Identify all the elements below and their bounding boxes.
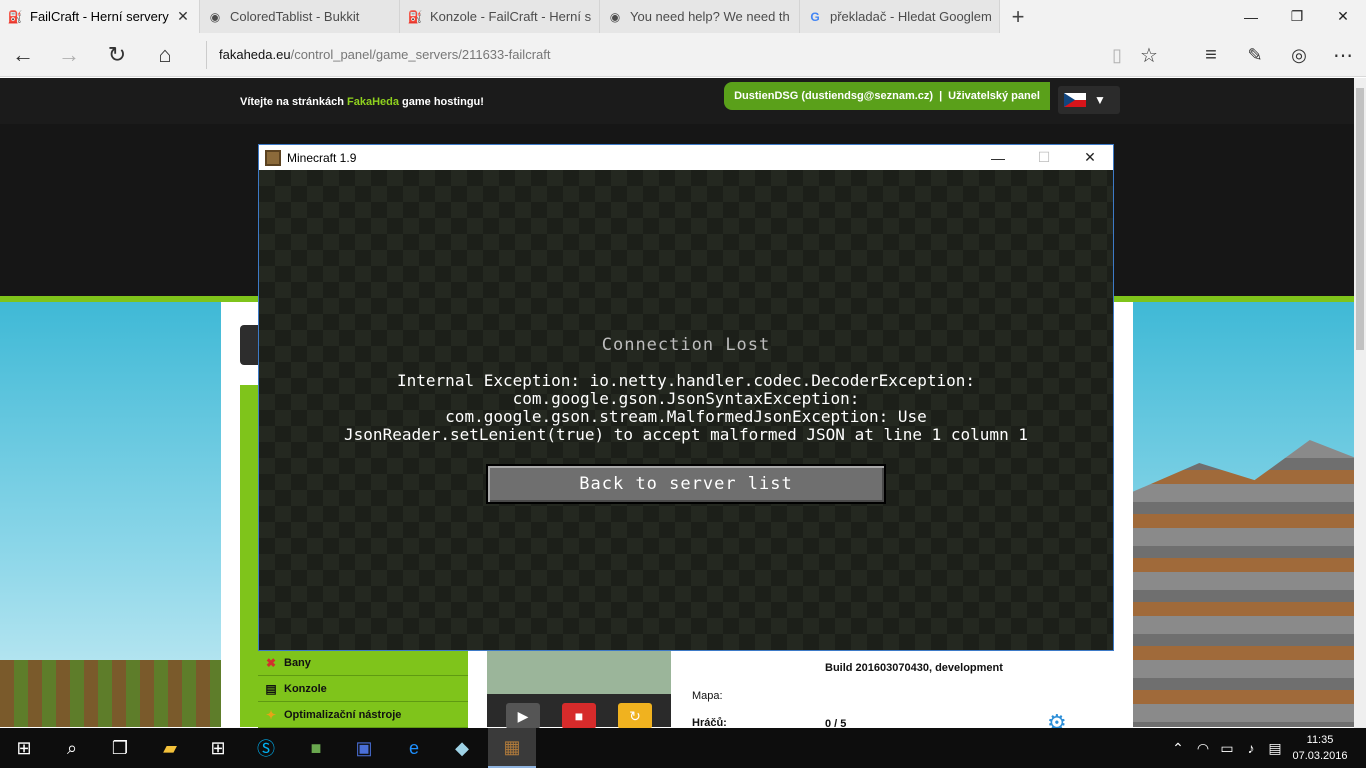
home-icon[interactable]: ⌂	[142, 33, 188, 77]
minecraft-icon	[265, 149, 281, 166]
search-icon[interactable]: ⌕	[48, 728, 96, 768]
welcome-prefix: Vítejte na stránkách	[240, 96, 347, 108]
network-icon[interactable]: ◠	[1192, 728, 1214, 768]
save-disk-icon[interactable]: ▣	[340, 728, 388, 768]
tab-google[interactable]: G překladač - Hledat Googlem	[800, 0, 1000, 33]
tab-title: Konzole - FailCraft - Herní s	[430, 9, 591, 24]
welcome-brand[interactable]: FakaHeda	[347, 96, 399, 108]
url-field[interactable]: fakaheda.eu/control_panel/game_servers/2…	[206, 41, 1086, 69]
welcome-text: Vítejte na stránkách FakaHeda game hosti…	[240, 96, 484, 108]
hub-icon[interactable]: ≡	[1188, 33, 1234, 77]
play-icon[interactable]: ▶	[506, 703, 540, 729]
user-link[interactable]: DustienDSG (dustiendsg@seznam.cz)	[734, 90, 933, 102]
tab-title: FailCraft - Herní servery	[30, 9, 169, 24]
close-icon[interactable]: ✕	[1067, 145, 1113, 170]
sidebar-item-konzole[interactable]: ▤ Konzole	[258, 676, 468, 702]
tab-title: překladač - Hledat Googlem	[830, 9, 991, 24]
minimize-icon[interactable]: —	[975, 145, 1021, 170]
favorite-star-icon[interactable]: ☆	[1126, 33, 1172, 77]
background-terrain-right	[1133, 440, 1354, 727]
windows-start-icon[interactable]: ⊞	[0, 728, 48, 768]
minecraft-launcher-icon[interactable]: ■	[292, 728, 340, 768]
tab-strip: ⛽ FailCraft - Herní servery ✕ ◉ ColoredT…	[0, 0, 1366, 33]
user-bar-separator: |	[939, 90, 943, 102]
fakaheda-icon: ⛽	[7, 9, 23, 24]
server-thumbnail	[487, 650, 671, 694]
restore-icon[interactable]: ❐	[1274, 0, 1320, 33]
error-line: com.google.gson.stream.MalformedJsonExce…	[445, 407, 927, 426]
tab-title: ColoredTablist - Bukkit	[230, 9, 360, 24]
chevron-down-icon: ▼	[1094, 93, 1106, 107]
share-icon[interactable]: ◎	[1276, 33, 1322, 77]
action-center-icon[interactable]: ▤	[1264, 728, 1286, 768]
stop-icon[interactable]: ■	[562, 703, 596, 729]
tab-konzole[interactable]: ⛽ Konzole - FailCraft - Herní s	[400, 0, 600, 33]
store-icon[interactable]: ⊞	[194, 728, 242, 768]
tab-coloredtablist[interactable]: ◉ ColoredTablist - Bukkit	[200, 0, 400, 33]
bukkit-icon: ◉	[209, 9, 221, 24]
minecraft-screen: Connection Lost Internal Exception: io.n…	[259, 170, 1113, 650]
error-message: Internal Exception: io.netty.handler.cod…	[259, 372, 1113, 444]
minecraft-window: Minecraft 1.9 — ☐ ✕ Connection Lost Inte…	[258, 144, 1114, 651]
maximize-icon[interactable]: ☐	[1021, 145, 1067, 170]
new-tab-button[interactable]: +	[1000, 0, 1036, 33]
clock-date: 07.03.2016	[1292, 750, 1348, 762]
tab-failcraft[interactable]: ⛽ FailCraft - Herní servery ✕	[0, 0, 200, 33]
forward-icon[interactable]: →	[46, 33, 92, 77]
map-label: Mapa:	[692, 690, 723, 702]
skype-icon[interactable]: Ⓢ	[242, 728, 290, 768]
sidebar-item-label: Optimalizační nástroje	[284, 708, 402, 721]
close-tab-icon[interactable]: ✕	[175, 8, 191, 25]
connection-lost-heading: Connection Lost	[601, 335, 771, 355]
taskbar: ⊞ ⌕ ❐ ▰ ⊞ Ⓢ ■ ▣ e ◆ ▦ ⌃ ◠ ▭ ♪ ▤ 11:35 07…	[0, 728, 1366, 768]
tab-need-help[interactable]: ◉ You need help? We need th	[600, 0, 800, 33]
error-line: com.google.gson.JsonSyntaxException:	[512, 389, 860, 408]
google-icon: G	[810, 9, 820, 24]
minecraft-taskbar-icon[interactable]: ▦	[488, 728, 536, 768]
restart-icon[interactable]: ↻	[618, 703, 652, 729]
address-bar: ← → ↻ ⌂ fakaheda.eu/control_panel/game_s…	[0, 33, 1366, 77]
sidebar-item-optimalizace[interactable]: ✦ Optimalizační nástroje	[258, 702, 468, 728]
build-info: Build 201603070430, development	[825, 662, 1003, 674]
user-panel-link[interactable]: Uživatelský panel	[948, 90, 1040, 102]
chevron-up-icon[interactable]: ⌃	[1168, 728, 1188, 768]
user-bar: DustienDSG (dustiendsg@seznam.cz) | Uživ…	[724, 82, 1050, 110]
console-icon: ▤	[265, 681, 277, 696]
taskbar-clock[interactable]: 11:35 07.03.2016	[1290, 732, 1350, 764]
url-path: /control_panel/game_servers/211633-failc…	[290, 47, 551, 62]
task-view-icon[interactable]: ❐	[96, 728, 144, 768]
sidebar-item-label: Konzole	[284, 682, 327, 695]
web-note-icon[interactable]: ✎	[1232, 33, 1278, 77]
sidebar-item-bany[interactable]: ✖ Bany	[258, 650, 468, 676]
background-terrain-left	[0, 660, 230, 727]
edge-icon[interactable]: e	[390, 728, 438, 768]
ban-icon: ✖	[265, 655, 277, 670]
volume-icon[interactable]: ♪	[1240, 728, 1262, 768]
back-to-server-list-button[interactable]: Back to server list	[486, 464, 886, 504]
tab-title: You need help? We need th	[630, 9, 790, 24]
czech-flag-icon	[1064, 93, 1086, 107]
app-icon[interactable]: ◆	[438, 728, 486, 768]
site-header: Vítejte na stránkách FakaHeda game hosti…	[0, 78, 1354, 124]
wand-icon: ✦	[265, 707, 277, 722]
more-icon[interactable]: ⋯	[1320, 33, 1366, 77]
refresh-icon[interactable]: ↻	[94, 33, 140, 77]
language-select[interactable]: ▼	[1058, 86, 1120, 114]
welcome-suffix: game hostingu!	[398, 96, 484, 108]
close-window-icon[interactable]: ✕	[1320, 0, 1366, 33]
window-title: Minecraft 1.9	[287, 150, 357, 165]
sidebar-item-label: Bany	[284, 656, 311, 669]
scrollbar-thumb[interactable]	[1356, 88, 1364, 350]
error-line: Internal Exception: io.netty.handler.cod…	[397, 371, 975, 390]
error-line: JsonReader.setLenient(true) to accept ma…	[344, 425, 1028, 444]
back-icon[interactable]: ←	[0, 33, 46, 77]
fakaheda-icon: ⛽	[407, 9, 423, 24]
url-host: fakaheda.eu	[219, 47, 291, 62]
bukkit-icon: ◉	[609, 9, 621, 24]
build-value: Build 201603070430, development	[825, 662, 1003, 674]
minimize-icon[interactable]: —	[1228, 0, 1274, 33]
battery-icon[interactable]: ▭	[1216, 728, 1238, 768]
clock-time: 11:35	[1306, 734, 1334, 746]
file-explorer-icon[interactable]: ▰	[146, 728, 194, 768]
